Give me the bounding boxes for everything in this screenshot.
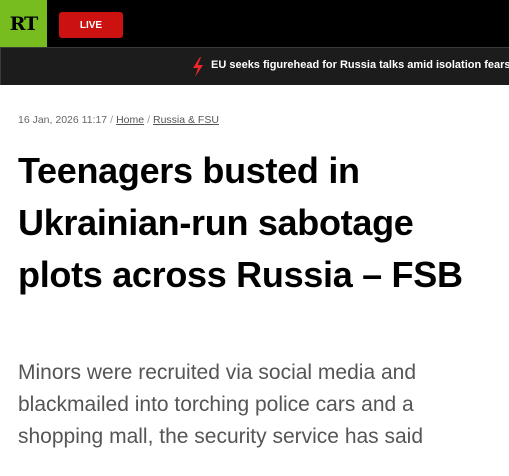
top-navigation-bar: RT LIVE xyxy=(0,0,509,47)
live-button[interactable]: LIVE xyxy=(59,12,123,38)
ticker-headline[interactable]: EU seeks figurehead for Russia talks ami… xyxy=(211,59,509,71)
publish-date: 16 Jan, 2026 11:17 xyxy=(18,114,108,126)
breadcrumb-separator: / xyxy=(147,114,150,126)
article-headline: Teenagers busted in Ukrainian-run sabota… xyxy=(18,150,463,295)
breadcrumb-separator: / xyxy=(110,114,114,126)
breaking-news-ticker[interactable]: EU seeks figurehead for Russia talks ami… xyxy=(0,47,509,85)
article-summary: Minors were recruited via social media a… xyxy=(18,361,424,448)
article-meta: 16 Jan, 2026 11:17/Home / Russia & FSU xyxy=(18,114,219,126)
lightning-icon xyxy=(193,57,203,77)
breadcrumb-section-link[interactable]: Russia & FSU xyxy=(153,114,219,126)
breadcrumb-home-link[interactable]: Home xyxy=(116,114,144,126)
logo-text: RT xyxy=(9,12,39,35)
rt-logo[interactable]: RT xyxy=(0,0,47,47)
